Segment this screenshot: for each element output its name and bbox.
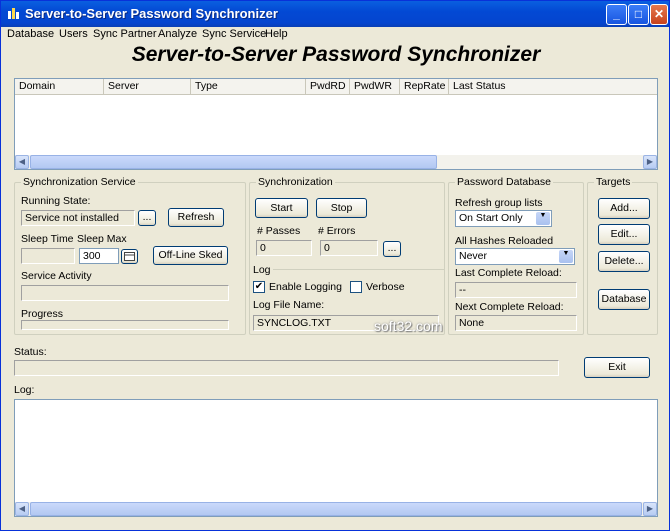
last-complete-reload-label: Last Complete Reload:	[455, 267, 562, 279]
database-button[interactable]: Database	[598, 289, 650, 310]
banner-title: Server-to-Server Password Synchronizer	[131, 43, 541, 66]
verbose-label: Verbose	[366, 281, 405, 293]
offline-sked-button[interactable]: Off-Line Sked	[153, 246, 228, 265]
log-group-divider	[253, 269, 445, 270]
log-label: Log:	[14, 384, 35, 396]
status-field	[14, 360, 559, 376]
refresh-group-lists-label: Refresh group lists	[455, 197, 543, 209]
menu-sync-partner[interactable]: Sync Partner	[93, 28, 157, 40]
passes-field: 0	[256, 240, 312, 256]
menu-analyze[interactable]: Analyze	[158, 28, 197, 40]
menu-database[interactable]: Database	[7, 28, 54, 40]
enable-logging-checkbox[interactable]: ✔	[253, 281, 265, 293]
delete-target-button[interactable]: Delete...	[598, 251, 650, 272]
running-state-label: Running State:	[21, 195, 91, 207]
soft32-watermark: soft32.com	[374, 318, 443, 334]
synchronization-title: Synchronization	[256, 176, 335, 188]
verbose-checkbox[interactable]	[350, 281, 362, 293]
scroll-left-icon[interactable]: ◀	[15, 155, 29, 169]
progress-bar	[21, 320, 229, 330]
start-button[interactable]: Start	[255, 198, 308, 218]
scroll-thumb[interactable]	[30, 155, 437, 169]
refresh-button[interactable]: Refresh	[168, 208, 224, 227]
log-group-title: Log	[253, 264, 273, 276]
errors-browse-button[interactable]: ...	[383, 241, 401, 257]
menu-help[interactable]: Help	[265, 28, 288, 40]
menu-bar: Database Users Sync Partner Analyze Sync…	[1, 27, 669, 43]
sync-service-title: Synchronization Service	[21, 176, 138, 188]
menu-users[interactable]: Users	[59, 28, 88, 40]
progress-label: Progress	[21, 308, 64, 320]
sleep-max-label: Sleep Max	[77, 233, 127, 245]
targets-list[interactable]: Domain Server Type PwdRD PwdWR RepRate L…	[14, 78, 658, 170]
chevron-down-icon[interactable]: ▼	[536, 212, 550, 225]
add-target-button[interactable]: Add...	[598, 198, 650, 219]
close-button[interactable]: ✕	[650, 4, 668, 25]
service-activity-label: Service Activity	[21, 270, 92, 282]
column-header-pwdrd[interactable]: PwdRD	[306, 79, 350, 95]
calendar-button[interactable]	[121, 249, 138, 264]
all-hashes-reloaded-select[interactable]: Never ▼	[455, 248, 575, 265]
title-bar[interactable]: Server-to-Server Password Synchronizer _…	[1, 1, 669, 27]
app-icon	[8, 8, 19, 19]
minimize-button[interactable]: _	[606, 4, 627, 25]
log-file-name-label: Log File Name:	[253, 299, 325, 311]
edit-target-button[interactable]: Edit...	[598, 224, 650, 245]
list-horizontal-scrollbar[interactable]: ◀ ▶	[15, 155, 657, 169]
refresh-group-lists-value: On Start Only	[459, 212, 523, 224]
running-state-browse-button[interactable]: ...	[138, 210, 156, 226]
scroll-left-icon[interactable]: ◀	[15, 502, 29, 516]
column-header-domain[interactable]: Domain	[15, 79, 104, 95]
menu-sync-service[interactable]: Sync Service	[202, 28, 266, 40]
sleep-time-label: Sleep Time	[21, 233, 74, 245]
refresh-group-lists-select[interactable]: On Start Only ▼	[455, 210, 552, 227]
column-header-last-status[interactable]: Last Status	[449, 79, 657, 95]
scroll-right-icon[interactable]: ▶	[643, 502, 657, 516]
next-complete-reload-label: Next Complete Reload:	[455, 301, 564, 313]
status-label: Status:	[14, 346, 47, 358]
column-header-pwdwr[interactable]: PwdWR	[350, 79, 400, 95]
column-header-type[interactable]: Type	[191, 79, 306, 95]
exit-button[interactable]: Exit	[584, 357, 650, 378]
passes-label: # Passes	[257, 225, 301, 237]
service-activity-field	[21, 285, 229, 301]
enable-logging-label: Enable Logging	[269, 281, 342, 293]
all-hashes-reloaded-value: Never	[459, 250, 488, 262]
calendar-icon	[124, 252, 135, 261]
window-title: Server-to-Server Password Synchronizer	[25, 6, 278, 21]
scroll-thumb[interactable]	[30, 502, 642, 516]
last-complete-reload-field: --	[455, 282, 577, 298]
targets-title: Targets	[594, 176, 633, 188]
next-complete-reload-field: None	[455, 315, 577, 331]
maximize-button[interactable]: □	[628, 4, 649, 25]
errors-field: 0	[320, 240, 378, 256]
scroll-right-icon[interactable]: ▶	[643, 155, 657, 169]
running-state-field: Service not installed	[21, 210, 135, 226]
errors-label: # Errors	[318, 225, 356, 237]
sleep-time-field	[21, 248, 75, 264]
all-hashes-reloaded-label: All Hashes Reloaded	[455, 235, 554, 247]
stop-button[interactable]: Stop	[316, 198, 367, 218]
sleep-max-field[interactable]: 300	[79, 248, 119, 264]
main-window: Server-to-Server Password Synchronizer _…	[0, 0, 670, 531]
password-database-title: Password Database	[455, 176, 553, 188]
log-horizontal-scrollbar[interactable]: ◀ ▶	[15, 502, 657, 516]
column-header-server[interactable]: Server	[104, 79, 191, 95]
log-textarea[interactable]: ◀ ▶	[14, 399, 658, 517]
chevron-down-icon[interactable]: ▼	[559, 250, 573, 263]
column-header-reprate[interactable]: RepRate	[400, 79, 449, 95]
